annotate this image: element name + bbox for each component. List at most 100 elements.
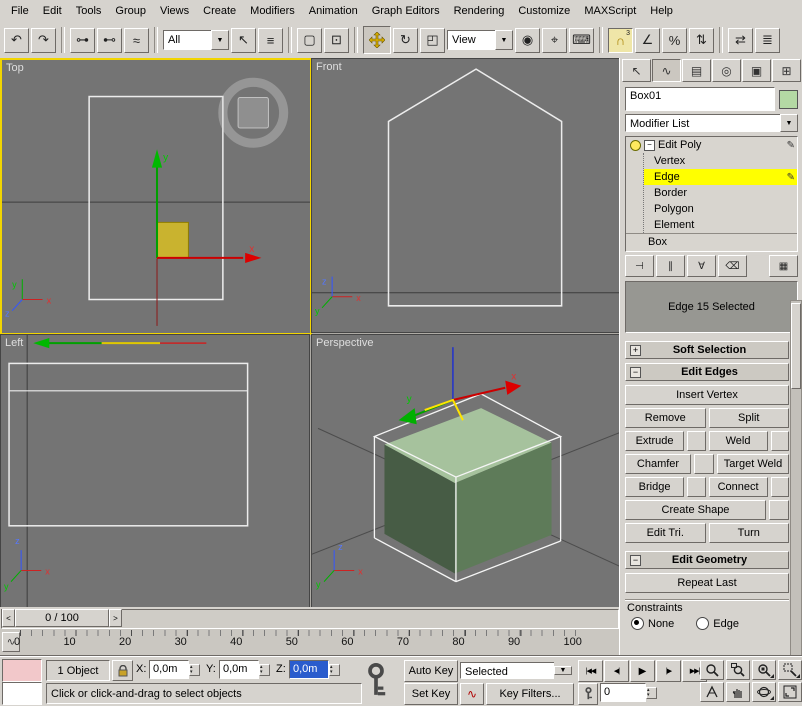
connect-button[interactable]: Connect bbox=[709, 477, 768, 497]
dropdown-arrow-icon[interactable]: ▼ bbox=[495, 30, 513, 50]
scrollbar-thumb[interactable] bbox=[791, 303, 801, 389]
tab-utilities[interactable]: ⊞ bbox=[772, 59, 801, 82]
remove-modifier-button[interactable]: ⌫ bbox=[718, 255, 747, 277]
collapse-icon[interactable]: − bbox=[630, 555, 641, 566]
stack-item-border[interactable]: Border bbox=[644, 185, 797, 201]
window-crossing-button[interactable]: ⊡ bbox=[324, 28, 349, 53]
x-coord-field[interactable]: 0,0m ▴▾ bbox=[149, 660, 200, 679]
x-coord-value[interactable]: 0,0m bbox=[149, 660, 189, 679]
viewport-front[interactable]: Front z y x bbox=[311, 58, 621, 333]
viewport-front-canvas[interactable]: z y x bbox=[312, 59, 620, 332]
move-gizmo[interactable] bbox=[33, 338, 206, 348]
weld-settings-button[interactable] bbox=[771, 431, 789, 451]
make-unique-button[interactable]: ∀ bbox=[687, 255, 716, 277]
undo-button[interactable]: ↶ bbox=[4, 28, 29, 53]
snaps-toggle-button[interactable]: ∩ 3 bbox=[608, 28, 633, 53]
box-wireframe[interactable] bbox=[9, 363, 248, 525]
pin-stack-button[interactable]: ⊣ bbox=[625, 255, 654, 277]
viewport-left-canvas[interactable]: z y x bbox=[1, 335, 309, 608]
object-color-swatch[interactable] bbox=[779, 90, 798, 109]
lightbulb-icon[interactable] bbox=[630, 140, 641, 151]
mirror-button[interactable]: ⇄ bbox=[728, 28, 753, 53]
default-tangents-button[interactable]: ∿ bbox=[460, 683, 484, 705]
chamfer-button[interactable]: Chamfer bbox=[625, 454, 691, 474]
viewport-front-label[interactable]: Front bbox=[316, 61, 342, 73]
unlink-selection-button[interactable]: ⊷ bbox=[97, 28, 122, 53]
field-of-view-button[interactable] bbox=[700, 682, 724, 702]
current-frame-field[interactable]: 0 ▴▾ bbox=[600, 683, 657, 702]
reference-coordinate-dropdown[interactable]: View ▼ bbox=[447, 30, 513, 50]
menu-views[interactable]: Views bbox=[153, 2, 196, 20]
menu-customize[interactable]: Customize bbox=[511, 2, 577, 20]
time-slider-track[interactable]: < 0 / 100 > bbox=[1, 609, 619, 629]
stack-item-box[interactable]: Box bbox=[626, 233, 797, 250]
remove-button[interactable]: Remove bbox=[625, 408, 706, 428]
move-gizmo[interactable]: y x bbox=[152, 149, 261, 263]
collapse-icon[interactable]: − bbox=[644, 140, 655, 151]
key-mode-toggle-button[interactable] bbox=[578, 683, 598, 705]
rollout-edit-geometry[interactable]: − Edit Geometry bbox=[625, 551, 789, 569]
next-frame-arrow[interactable]: > bbox=[109, 609, 122, 627]
current-frame-value[interactable]: 0 bbox=[600, 683, 646, 702]
bind-to-spacewarp-button[interactable]: ≈ bbox=[124, 28, 149, 53]
show-end-result-button[interactable]: ∥ bbox=[656, 255, 685, 277]
mini-listener-pane[interactable] bbox=[2, 682, 42, 705]
previous-frame-button[interactable]: ◀| bbox=[604, 660, 629, 682]
y-spinner[interactable]: ▴▾ bbox=[259, 664, 270, 676]
select-and-rotate-button[interactable]: ↻ bbox=[393, 28, 418, 53]
key-mode-dropdown[interactable]: Selected ▼ bbox=[460, 660, 572, 680]
rectangular-selection-button[interactable]: ▢ bbox=[297, 28, 322, 53]
select-and-manipulate-button[interactable]: ⌖ bbox=[542, 28, 567, 53]
target-weld-button[interactable]: Target Weld bbox=[717, 454, 789, 474]
time-slider-handle[interactable]: 0 / 100 bbox=[15, 609, 109, 627]
zoom-all-button[interactable] bbox=[726, 660, 750, 680]
select-and-scale-button[interactable]: ◰ bbox=[420, 28, 445, 53]
spinner-snap-button[interactable]: ⇅ bbox=[689, 28, 714, 53]
menu-group[interactable]: Group bbox=[108, 2, 153, 20]
z-coord-field[interactable]: 0,0m ▴▾ bbox=[289, 660, 340, 679]
menu-help[interactable]: Help bbox=[643, 2, 680, 20]
bridge-settings-button[interactable] bbox=[687, 477, 705, 497]
collapse-icon[interactable]: − bbox=[630, 367, 641, 378]
menu-rendering[interactable]: Rendering bbox=[447, 2, 512, 20]
insert-vertex-button[interactable]: Insert Vertex bbox=[625, 385, 789, 405]
key-filters-button[interactable]: Key Filters... bbox=[486, 683, 574, 705]
connect-settings-button[interactable] bbox=[771, 477, 789, 497]
z-coord-value[interactable]: 0,0m bbox=[289, 660, 329, 679]
bridge-button[interactable]: Bridge bbox=[625, 477, 684, 497]
selection-filter-dropdown[interactable]: All ▼ bbox=[163, 30, 229, 50]
use-pivot-center-button[interactable]: ◉ bbox=[515, 28, 540, 53]
create-shape-button[interactable]: Create Shape bbox=[625, 500, 766, 520]
menu-modifiers[interactable]: Modifiers bbox=[243, 2, 302, 20]
viewport-left-label[interactable]: Left bbox=[5, 337, 23, 349]
track-bar[interactable]: ∿ 0102030405060708090100 bbox=[0, 629, 619, 655]
macro-recorder-pane[interactable] bbox=[2, 659, 42, 682]
viewport-top-label[interactable]: Top bbox=[6, 62, 24, 74]
select-and-link-button[interactable]: ⊶ bbox=[70, 28, 95, 53]
go-to-start-button[interactable]: |◀◀ bbox=[578, 660, 603, 682]
redo-button[interactable]: ↷ bbox=[31, 28, 56, 53]
chamfer-settings-button[interactable] bbox=[694, 454, 714, 474]
dropdown-arrow-icon[interactable]: ▼ bbox=[780, 114, 798, 132]
select-by-name-button[interactable]: ≡ bbox=[258, 28, 283, 53]
menu-graph-editors[interactable]: Graph Editors bbox=[365, 2, 447, 20]
frame-spinner[interactable]: ▴▾ bbox=[646, 687, 657, 699]
stack-item-polygon[interactable]: Polygon bbox=[644, 201, 797, 217]
tab-modify[interactable]: ∿ bbox=[652, 59, 681, 82]
menu-file[interactable]: File bbox=[4, 2, 36, 20]
menu-maxscript[interactable]: MAXScript bbox=[577, 2, 643, 20]
move-gizmo[interactable]: y x bbox=[399, 347, 522, 424]
select-object-button[interactable]: ↖ bbox=[231, 28, 256, 53]
stack-item-edge-selected[interactable]: Edge✎ bbox=[644, 169, 797, 185]
selection-lock-button[interactable] bbox=[112, 660, 133, 681]
tab-motion[interactable]: ◎ bbox=[712, 59, 741, 82]
zoom-extents-button[interactable] bbox=[752, 660, 776, 680]
next-frame-button[interactable]: |▶ bbox=[656, 660, 681, 682]
modifier-list-dropdown[interactable]: Modifier List ▼ bbox=[625, 114, 798, 132]
z-spinner[interactable]: ▴▾ bbox=[329, 664, 340, 676]
min-max-toggle-button[interactable] bbox=[778, 682, 802, 702]
extrude-settings-button[interactable] bbox=[687, 431, 705, 451]
constraint-none-radio[interactable]: None bbox=[631, 617, 674, 630]
turn-button[interactable]: Turn bbox=[709, 523, 790, 543]
object-name-field[interactable]: Box01 bbox=[625, 87, 775, 111]
